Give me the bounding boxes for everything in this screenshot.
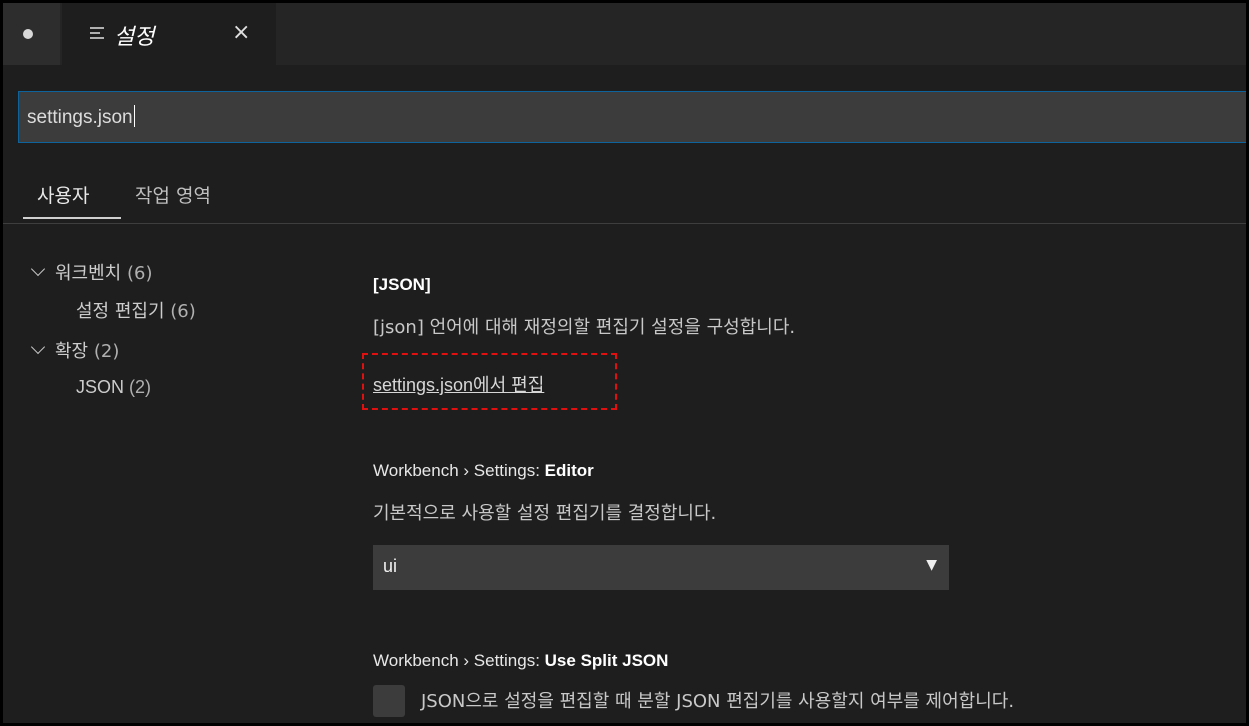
tab-dirty[interactable] — [3, 3, 60, 65]
tab-bar: 설정 × — [3, 3, 1246, 65]
toc-count: (2) — [93, 341, 120, 362]
toc-label: 설정 편집기 — [76, 301, 165, 322]
settings-window: 설정 × settings.json 사용자 작업 영역 워크벤치 (6) 설정… — [0, 0, 1249, 726]
close-icon[interactable]: × — [232, 20, 250, 46]
dirty-dot-icon — [23, 29, 33, 39]
setting-title-editor: Workbench › Settings: Editor — [373, 461, 594, 480]
scope-tabs: 사용자 작업 영역 — [3, 173, 1246, 224]
toc-label: 워크벤치 — [55, 263, 122, 284]
setting-title-split-json: Workbench › Settings: Use Split JSON — [373, 651, 669, 670]
setting-description-editor: 기본적으로 사용할 설정 편집기를 결정합니다. — [373, 503, 717, 524]
tab-settings[interactable]: 설정 × — [62, 3, 276, 65]
toc-item-workbench[interactable]: 워크벤치 (6) — [30, 259, 153, 285]
toc-count: (2) — [129, 377, 152, 397]
chevron-down-icon — [30, 261, 46, 277]
setting-title-json: [JSON] — [373, 275, 431, 294]
search-value: settings.json — [27, 105, 135, 128]
setting-description-json: [json] 언어에 대해 재정의할 편집기 설정을 구성합니다. — [373, 317, 796, 338]
settings-search-input[interactable]: settings.json — [18, 91, 1246, 143]
settings-editor-icon — [90, 27, 104, 41]
toc-label: JSON — [76, 377, 125, 397]
toc-count: (6) — [126, 263, 153, 284]
toc-label: 확장 — [55, 341, 89, 362]
tab-title: 설정 — [114, 25, 155, 50]
chevron-down-icon — [30, 339, 46, 355]
active-tab-indicator — [23, 217, 121, 219]
text-caret — [133, 105, 135, 127]
tab-user[interactable]: 사용자 — [37, 181, 89, 208]
toc-item-json[interactable]: JSON (2) — [76, 377, 151, 398]
setting-description-split-json: JSON으로 설정을 편집할 때 분할 JSON 편집기를 사용할지 여부를 제… — [421, 691, 1015, 712]
toc-count: (6) — [170, 301, 196, 322]
dropdown-arrow-icon: ▼ — [926, 557, 937, 573]
editor-select[interactable]: ui ▼ — [373, 545, 949, 590]
toc-item-extensions[interactable]: 확장 (2) — [30, 337, 120, 363]
toc-item-settings-editor[interactable]: 설정 편집기 (6) — [76, 297, 196, 323]
split-json-checkbox[interactable] — [373, 685, 405, 717]
highlight-annotation — [362, 353, 617, 410]
tab-workspace[interactable]: 작업 영역 — [135, 181, 211, 208]
select-value: ui — [383, 556, 398, 576]
